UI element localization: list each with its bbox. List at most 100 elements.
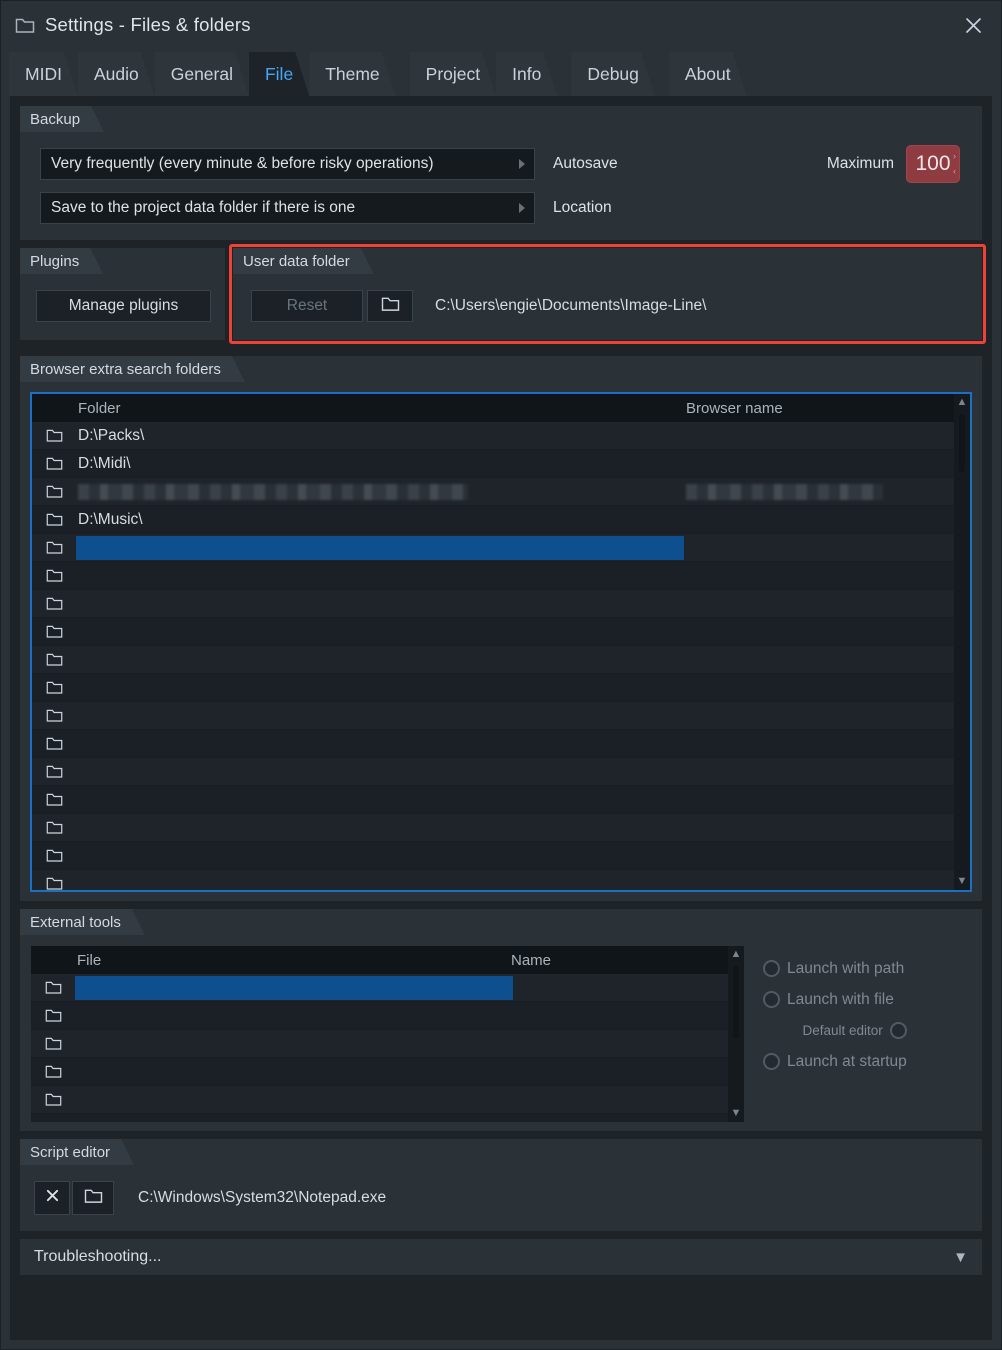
cell-name[interactable] bbox=[686, 564, 894, 588]
close-icon[interactable] bbox=[959, 11, 987, 39]
tab-info[interactable]: Info bbox=[496, 52, 557, 96]
cell-name[interactable] bbox=[686, 872, 894, 891]
tab-general[interactable]: General bbox=[155, 52, 249, 96]
cell-folder[interactable] bbox=[76, 732, 684, 756]
option-launch-with-file[interactable]: Launch with file bbox=[763, 984, 907, 1015]
cell-folder[interactable] bbox=[76, 564, 684, 588]
autosave-dropdown[interactable]: Very frequently (every minute & before r… bbox=[40, 148, 535, 180]
tab-debug[interactable]: Debug bbox=[571, 52, 655, 96]
cell-name[interactable] bbox=[511, 1088, 726, 1112]
cell-folder[interactable]: D:\Packs\ bbox=[76, 424, 684, 448]
cell-folder[interactable] bbox=[76, 788, 684, 812]
table-row[interactable] bbox=[32, 786, 970, 814]
chevron-up-icon[interactable]: ▲ bbox=[731, 949, 742, 960]
cell-name[interactable] bbox=[686, 676, 894, 700]
cell-folder[interactable]: D:\Midi\ bbox=[76, 452, 684, 476]
cell-name[interactable] bbox=[511, 1060, 726, 1084]
cell-folder[interactable] bbox=[76, 872, 684, 891]
cell-folder[interactable] bbox=[76, 592, 684, 616]
table-row[interactable] bbox=[32, 478, 970, 506]
cell-name[interactable] bbox=[511, 976, 726, 1000]
cell-file[interactable] bbox=[75, 1004, 513, 1028]
radio-icon[interactable] bbox=[763, 1053, 780, 1070]
option-launch-with-path[interactable]: Launch with path bbox=[763, 953, 907, 984]
browser-list-scrollbar[interactable]: ▲ ▼ bbox=[954, 394, 970, 890]
table-row[interactable] bbox=[32, 618, 970, 646]
external-tools-scrollbar[interactable]: ▲ ▼ bbox=[728, 946, 744, 1122]
scrollbar-thumb[interactable] bbox=[959, 414, 965, 472]
tab-about[interactable]: About bbox=[669, 52, 747, 96]
cell-folder[interactable] bbox=[76, 704, 684, 728]
cell-folder[interactable]: D:\Music\ bbox=[76, 508, 684, 532]
cell-name[interactable] bbox=[686, 536, 894, 560]
table-row[interactable] bbox=[32, 534, 970, 562]
cell-name[interactable] bbox=[686, 648, 894, 672]
option-default-editor[interactable]: Default editor bbox=[763, 1015, 907, 1046]
cell-name[interactable] bbox=[686, 760, 894, 784]
table-row[interactable] bbox=[32, 814, 970, 842]
tab-project[interactable]: Project bbox=[410, 52, 496, 96]
cell-name[interactable] bbox=[686, 424, 894, 448]
table-row[interactable] bbox=[32, 590, 970, 618]
table-row[interactable] bbox=[32, 758, 970, 786]
table-row[interactable] bbox=[31, 1002, 744, 1030]
radio-icon[interactable] bbox=[889, 1022, 907, 1039]
table-row[interactable] bbox=[32, 562, 970, 590]
chevron-up-icon[interactable]: ▲ bbox=[957, 397, 968, 408]
cell-folder[interactable] bbox=[76, 844, 684, 868]
tab-theme[interactable]: Theme bbox=[309, 52, 395, 96]
cell-folder[interactable] bbox=[76, 648, 684, 672]
browser-folders-list[interactable]: Folder Browser name D:\Packs\ D:\Midi\ D:\… bbox=[30, 392, 972, 892]
tab-midi[interactable]: MIDI bbox=[9, 52, 78, 96]
cell-folder[interactable] bbox=[76, 760, 684, 784]
cell-name[interactable] bbox=[511, 1032, 726, 1056]
cell-name[interactable] bbox=[686, 732, 894, 756]
cell-folder[interactable] bbox=[76, 480, 684, 504]
table-row[interactable] bbox=[32, 842, 970, 870]
browse-script-editor-button[interactable] bbox=[72, 1181, 114, 1215]
table-row[interactable] bbox=[31, 1086, 744, 1114]
table-row[interactable] bbox=[31, 1030, 744, 1058]
clear-script-editor-button[interactable] bbox=[34, 1181, 70, 1215]
chevron-down-icon[interactable]: ▼ bbox=[731, 1108, 742, 1119]
cell-name[interactable] bbox=[686, 816, 894, 840]
table-row[interactable] bbox=[31, 1058, 744, 1086]
option-launch-at-startup[interactable]: Launch at startup bbox=[763, 1046, 907, 1077]
location-dropdown[interactable]: Save to the project data folder if there… bbox=[40, 192, 535, 224]
table-row[interactable] bbox=[32, 674, 970, 702]
cell-name[interactable] bbox=[686, 480, 894, 504]
table-row[interactable] bbox=[31, 974, 744, 1002]
table-row[interactable] bbox=[32, 702, 970, 730]
cell-file[interactable] bbox=[75, 1032, 513, 1056]
reset-button[interactable]: Reset bbox=[251, 290, 363, 322]
cell-name[interactable] bbox=[686, 620, 894, 644]
table-row[interactable]: D:\Packs\ bbox=[32, 422, 970, 450]
cell-name[interactable] bbox=[686, 704, 894, 728]
maximum-backups-stepper[interactable]: 100 › ‹ bbox=[906, 145, 960, 183]
external-tools-list[interactable]: File Name ▲ ▼ bbox=[30, 945, 745, 1123]
cell-name[interactable] bbox=[686, 592, 894, 616]
cell-folder[interactable] bbox=[76, 816, 684, 840]
radio-icon[interactable] bbox=[763, 991, 780, 1008]
chevron-down-icon[interactable]: ▼ bbox=[957, 876, 968, 887]
table-row[interactable]: D:\Music\ bbox=[32, 506, 970, 534]
cell-file[interactable] bbox=[75, 1060, 513, 1084]
table-row[interactable] bbox=[32, 646, 970, 674]
scrollbar-thumb[interactable] bbox=[733, 966, 739, 1038]
cell-folder[interactable] bbox=[76, 535, 684, 560]
cell-name[interactable] bbox=[511, 1004, 726, 1028]
browse-user-data-folder-button[interactable] bbox=[367, 290, 413, 322]
cell-folder[interactable] bbox=[76, 676, 684, 700]
cell-folder[interactable] bbox=[76, 620, 684, 644]
cell-file[interactable] bbox=[75, 1088, 513, 1112]
table-row[interactable]: D:\Midi\ bbox=[32, 450, 970, 478]
tab-audio[interactable]: Audio bbox=[78, 52, 155, 96]
table-row[interactable] bbox=[32, 730, 970, 758]
manage-plugins-button[interactable]: Manage plugins bbox=[36, 290, 211, 322]
radio-icon[interactable] bbox=[763, 960, 780, 977]
cell-name[interactable] bbox=[686, 452, 894, 476]
cell-name[interactable] bbox=[686, 508, 894, 532]
troubleshooting-expander[interactable]: Troubleshooting... ▼ bbox=[20, 1239, 982, 1275]
cell-file[interactable] bbox=[75, 975, 513, 1000]
cell-name[interactable] bbox=[686, 844, 894, 868]
